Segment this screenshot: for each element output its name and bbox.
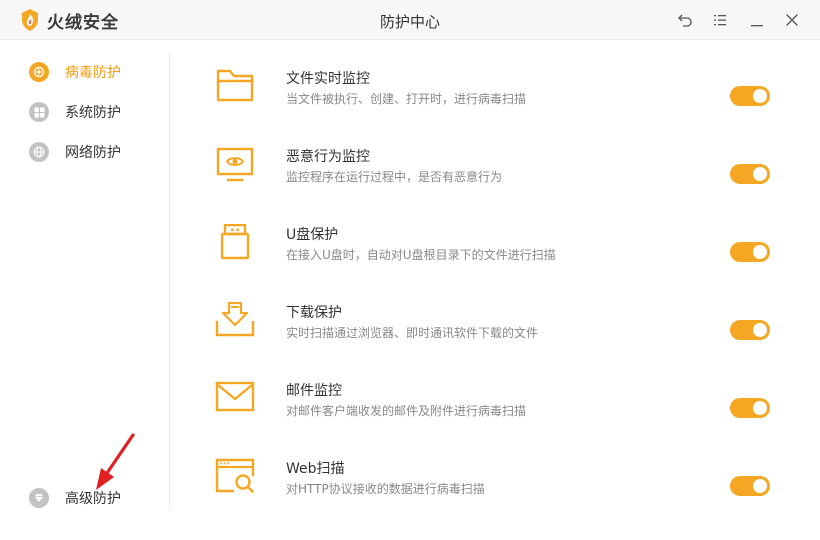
window-title: 防护中心 — [379, 13, 440, 31]
minimize-icon — [751, 25, 763, 27]
toggle-knob — [753, 89, 767, 103]
sidebar-item-label: 高级防护 — [65, 491, 121, 507]
feature-description: 监控程序在运行过程中，是否有恶意行为 — [286, 170, 503, 184]
toggle-knob — [753, 323, 767, 337]
folder-icon — [216, 69, 254, 102]
shield-plus-icon — [29, 62, 49, 82]
toggle-knob — [753, 401, 767, 415]
feature-row-file-monitor: 文件实时监控 当文件被执行、创建、打开时，进行病毒扫描 — [210, 68, 790, 128]
toggle-knob — [753, 167, 767, 181]
feature-row-mail-monitor: 邮件监控 对邮件客户端收发的邮件及附件进行病毒扫描 — [210, 380, 790, 440]
toggle-knob — [753, 479, 767, 493]
sidebar: 病毒防护 系统防护 网络防护 高级防护 — [0, 41, 170, 540]
close-button[interactable] — [782, 10, 802, 30]
toggle-knob — [753, 245, 767, 259]
feature-title: 下载保护 — [286, 305, 342, 321]
feature-toggle-behavior-monitor[interactable] — [730, 164, 770, 184]
feature-title: 恶意行为监控 — [286, 149, 370, 165]
feature-description: 实时扫描通过浏览器、即时通讯软件下载的文件 — [286, 326, 539, 340]
feature-row-usb-protection: U盘保护 在接入U盘时，自动对U盘根目录下的文件进行扫描 — [210, 224, 790, 284]
feature-description: 当文件被执行、创建、打开时，进行病毒扫描 — [286, 92, 527, 106]
sidebar-item-network-protection[interactable]: 网络防护 — [29, 141, 121, 163]
sidebar-divider — [169, 52, 170, 510]
feature-title: 文件实时监控 — [286, 71, 370, 87]
windows-icon — [29, 102, 49, 122]
sidebar-item-system-protection[interactable]: 系统防护 — [29, 101, 121, 123]
feature-row-behavior-monitor: 恶意行为监控 监控程序在运行过程中，是否有恶意行为 — [210, 146, 790, 206]
download-icon — [215, 302, 255, 337]
minimize-button[interactable] — [747, 10, 767, 30]
feature-title: 邮件监控 — [286, 383, 342, 399]
web-scan-icon — [215, 458, 255, 493]
back-icon — [678, 14, 692, 27]
mail-icon — [215, 381, 255, 412]
close-icon — [786, 14, 798, 26]
sidebar-item-advanced-protection[interactable]: 高级防护 — [29, 487, 121, 509]
feature-row-download-protection: 下载保护 实时扫描通过浏览器、即时通讯软件下载的文件 — [210, 302, 790, 362]
feature-toggle-mail-monitor[interactable] — [730, 398, 770, 418]
globe-icon — [29, 142, 49, 162]
feature-description: 对邮件客户端收发的邮件及附件进行病毒扫描 — [286, 404, 527, 418]
app-name: 火绒安全 — [47, 12, 119, 33]
feature-toggle-usb-protection[interactable] — [730, 242, 770, 262]
feature-description: 对HTTP协议接收的数据进行病毒扫描 — [286, 482, 485, 496]
title-bar: 火绒安全 防护中心 — [0, 0, 820, 40]
feature-description: 在接入U盘时，自动对U盘根目录下的文件进行扫描 — [286, 248, 556, 262]
sidebar-item-virus-protection[interactable]: 病毒防护 — [29, 61, 121, 83]
brand-logo-icon — [22, 9, 38, 31]
feature-toggle-file-monitor[interactable] — [730, 86, 770, 106]
sidebar-item-label: 系统防护 — [65, 105, 121, 121]
menu-button[interactable] — [710, 10, 730, 30]
back-button[interactable] — [675, 10, 695, 30]
diamond-icon — [29, 488, 49, 508]
usb-icon — [220, 224, 250, 260]
feature-title: U盘保护 — [286, 227, 339, 243]
menu-icon — [714, 15, 726, 26]
sidebar-item-label: 网络防护 — [65, 145, 121, 161]
feature-toggle-web-scan[interactable] — [730, 476, 770, 496]
feature-toggle-download-protection[interactable] — [730, 320, 770, 340]
monitor-eye-icon — [216, 147, 254, 182]
feature-title: Web扫描 — [286, 461, 345, 477]
feature-row-web-scan: Web扫描 对HTTP协议接收的数据进行病毒扫描 — [210, 458, 790, 518]
sidebar-item-label: 病毒防护 — [65, 65, 121, 81]
brand: 火绒安全 — [20, 8, 119, 33]
